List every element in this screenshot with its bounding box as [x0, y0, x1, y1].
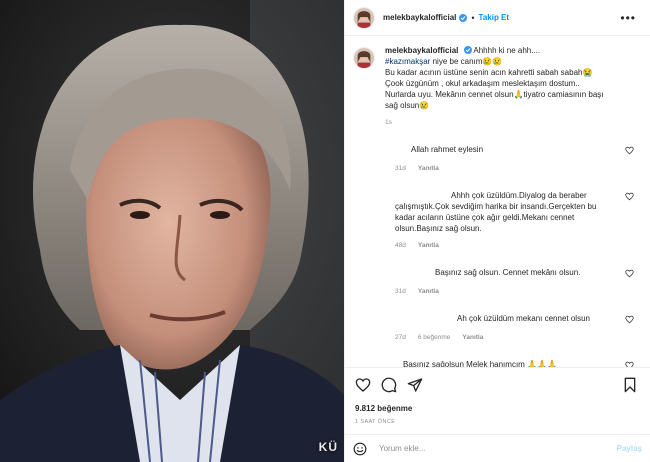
post-header: melekbaykalofficial • Takip Et ••• [345, 0, 650, 36]
like-comment-heart-icon[interactable] [625, 192, 634, 201]
post-photo-image [0, 0, 344, 462]
caption-avatar[interactable] [353, 47, 375, 69]
caption-text: melekbaykalofficial Ahhhh ki ne ahh.... … [385, 45, 635, 128]
bookmark-icon[interactable] [622, 377, 638, 393]
caption-line: Nurlarda uyu. Mekânın cennet olsun🙏tiyat… [385, 90, 604, 99]
comment-item: Allah rahmet eylesin 31d Yanıtla [353, 144, 638, 172]
comment-meta: 31d Yanıtla [395, 165, 618, 172]
comment-input[interactable] [379, 444, 617, 453]
heart-icon[interactable] [355, 377, 371, 393]
comment-text: Allah rahmet eylesin [411, 145, 484, 154]
comment-composer: Paylaş [345, 434, 650, 462]
caption-username[interactable]: melekbaykalofficial [385, 46, 458, 55]
reply-button[interactable]: Yanıtla [462, 334, 483, 341]
hashtag-link[interactable]: #kazımakşar [385, 57, 430, 66]
reply-button[interactable]: Yanıtla [418, 242, 439, 249]
verified-badge-icon [463, 46, 472, 54]
caption-time[interactable]: 1s [385, 117, 635, 128]
action-icons-row [355, 374, 640, 396]
verified-badge-icon [459, 13, 468, 22]
separator-dot: • [471, 12, 475, 23]
comment-meta: 31d Yanıtla [395, 288, 618, 295]
follow-button[interactable]: Takip Et [479, 13, 510, 22]
comment-text: Ah çok üzüldüm mekanı cennet olsun [457, 314, 590, 323]
likes-count[interactable]: 9.812 beğenme [355, 404, 640, 413]
post-photo[interactable]: KÜ [0, 0, 344, 462]
caption-line: Çook üzgünüm , okul arkadaşım meslektaşı… [385, 79, 580, 88]
comment-text: Başınız sağolsun Melek hanımcım 🙏🙏🙏 [403, 360, 557, 367]
like-comment-heart-icon[interactable] [625, 269, 634, 278]
comment-item: Başınız sağolsun Melek hanımcım 🙏🙏🙏 [353, 359, 638, 367]
like-comment-heart-icon[interactable] [625, 315, 634, 324]
post-timestamp[interactable]: 1 SAAT ÖNCE [355, 419, 640, 425]
comment-item: Ahhh çok üzüldüm.Diyalog da beraber çalı… [353, 190, 638, 249]
avatar-image [354, 7, 374, 28]
comment-time[interactable]: 27d [395, 334, 406, 341]
caption-line: sağ olsun😢 [385, 101, 430, 110]
caption-line: niye be canım😢😢 [432, 57, 503, 66]
comment-time[interactable]: 31d [395, 165, 406, 172]
comment-icon[interactable] [381, 377, 397, 393]
more-options-icon[interactable]: ••• [620, 11, 642, 25]
comment-meta: 48d Yanıtla [395, 242, 618, 249]
comments-list[interactable]: melekbaykalofficial Ahhhh ki ne ahh.... … [345, 37, 650, 367]
share-comment-button[interactable]: Paylaş [617, 444, 642, 453]
comment-item: Ah çok üzüldüm mekanı cennet olsun 27d 6… [353, 313, 638, 341]
send-icon[interactable] [407, 377, 423, 393]
photo-watermark-text: KÜ [318, 440, 338, 454]
comment-text: Ahhh çok üzüldüm.Diyalog da beraber çalı… [395, 191, 597, 233]
comment-time[interactable]: 31d [395, 288, 406, 295]
avatar[interactable] [353, 6, 375, 29]
caption-line: Bu kadar acının üstüne senin acın kahret… [385, 68, 593, 77]
like-comment-heart-icon[interactable] [625, 146, 634, 155]
header-username[interactable]: melekbaykalofficial [383, 13, 456, 22]
comment-meta: 27d 6 beğenme Yanıtla [395, 334, 618, 341]
emoji-icon[interactable] [353, 442, 367, 456]
post-side-panel: melekbaykalofficial • Takip Et ••• melek… [344, 0, 650, 462]
reply-button[interactable]: Yanıtla [418, 288, 439, 295]
post-caption: melekbaykalofficial Ahhhh ki ne ahh.... … [353, 45, 638, 128]
comment-likes[interactable]: 6 beğenme [418, 334, 451, 341]
reply-button[interactable]: Yanıtla [418, 165, 439, 172]
avatar-image [354, 48, 374, 68]
post-actions: 9.812 beğenme 1 SAAT ÖNCE [345, 367, 650, 425]
comment-text: Başınız sağ olsun. Cennet mekânı olsun. [435, 268, 581, 277]
comment-item: Başınız sağ olsun. Cennet mekânı olsun. … [353, 267, 638, 295]
caption-line: Ahhhh ki ne ahh.... [473, 46, 541, 55]
comment-time[interactable]: 48d [395, 242, 406, 249]
